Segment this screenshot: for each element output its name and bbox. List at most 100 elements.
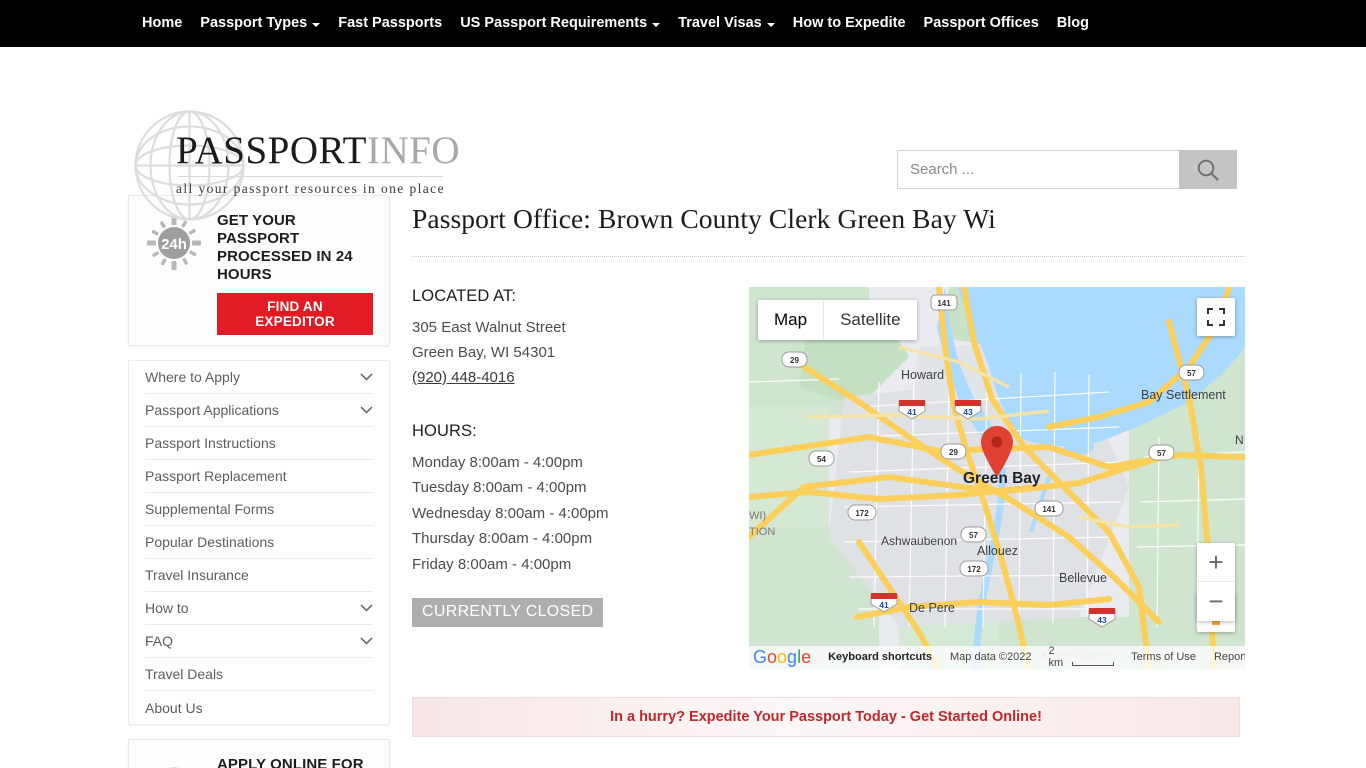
map-fullscreen-button[interactable] bbox=[1197, 297, 1235, 336]
chevron-down-icon bbox=[360, 406, 373, 414]
nav-item-travel-visas[interactable]: Travel Visas bbox=[669, 16, 784, 31]
nav-item-label: Fast Passports bbox=[338, 15, 443, 32]
sidebar-item-how-to[interactable]: How to bbox=[145, 592, 373, 625]
map-canvas: 141 29 41 43 29 54 57 57 172 141 57 172 … bbox=[749, 286, 1245, 669]
hours-row: Wednesday 8:00am - 4:00pm bbox=[412, 504, 609, 522]
sidebar-item-faq[interactable]: FAQ bbox=[145, 625, 373, 658]
sidebar-item-label: Passport Replacement bbox=[145, 468, 287, 484]
map-label-de-pere: De Pere bbox=[909, 601, 955, 615]
map-report-error-link[interactable]: Report a map error bbox=[1205, 651, 1245, 663]
hours-heading: HOURS: bbox=[412, 421, 477, 440]
svg-text:41: 41 bbox=[907, 407, 917, 417]
nav-item-home[interactable]: Home bbox=[133, 16, 191, 31]
office-info-column: LOCATED AT: 305 East Walnut Street Green… bbox=[412, 287, 742, 669]
google-logo-letter: G bbox=[753, 647, 768, 668]
logo-word-passport: PASSPORT bbox=[176, 129, 368, 172]
svg-text:141: 141 bbox=[1042, 505, 1056, 514]
map-footer: Google Keyboard shortcuts Map data ©2022… bbox=[749, 645, 1245, 669]
search-icon bbox=[1197, 159, 1219, 181]
nav-item-label: Travel Visas bbox=[678, 15, 762, 32]
google-logo: Google bbox=[753, 648, 811, 666]
sidebar-item-label: How to bbox=[145, 600, 189, 616]
search-submit-button[interactable] bbox=[1179, 150, 1237, 189]
apply-online-widget-title: APPLY ONLINE FOR A NEW PASSPORT bbox=[217, 756, 364, 768]
address-line-1: 305 East Walnut Street bbox=[412, 318, 566, 336]
sidebar-item-label: Passport Applications bbox=[145, 402, 279, 418]
sidebar-item-about-us[interactable]: About Us bbox=[145, 691, 373, 724]
phone-link[interactable]: (920) 448-4016 bbox=[412, 365, 515, 390]
svg-text:29: 29 bbox=[949, 448, 958, 457]
hours-row: Friday 8:00am - 4:00pm bbox=[412, 555, 572, 573]
map-data-attribution: Map data ©2022 bbox=[950, 651, 1032, 664]
sidebar-item-where-to-apply[interactable]: Where to Apply bbox=[145, 361, 373, 394]
google-logo-letter: g bbox=[787, 647, 798, 668]
sidebar-item-label: Travel Insurance bbox=[145, 567, 249, 583]
nav-item-passport-offices[interactable]: Passport Offices bbox=[915, 16, 1048, 31]
sidebar-item-label: Passport Instructions bbox=[145, 435, 276, 451]
chevron-down-icon bbox=[766, 22, 775, 27]
map-label-green-bay: Green Bay bbox=[963, 470, 1041, 487]
hours-row: Monday 8:00am - 4:00pm bbox=[412, 453, 583, 471]
nav-item-us-passport-requirements[interactable]: US Passport Requirements bbox=[451, 16, 669, 31]
address-line-2: Green Bay, WI 54301 bbox=[412, 343, 556, 361]
map-label-n: N bbox=[1235, 433, 1244, 447]
map-type-map-button[interactable]: Map bbox=[758, 299, 824, 340]
main-navigation-bar: Home Passport Types Fast Passports US Passp… bbox=[0, 0, 1366, 47]
hours-list: Monday 8:00am - 4:00pm Tuesday 8:00am - 4… bbox=[412, 450, 742, 578]
nav-item-how-to-expedite[interactable]: How to Expedite bbox=[784, 16, 915, 31]
nav-item-label: Passport Offices bbox=[923, 15, 1039, 32]
sidebar-item-passport-replacement[interactable]: Passport Replacement bbox=[145, 460, 373, 493]
nav-item-blog[interactable]: Blog bbox=[1048, 16, 1098, 31]
chevron-down-icon bbox=[312, 22, 321, 27]
map-keyboard-shortcuts[interactable]: Keyboard shortcuts bbox=[819, 651, 941, 663]
map-widget[interactable]: 141 29 41 43 29 54 57 57 172 141 57 172 … bbox=[749, 286, 1245, 669]
sidebar-item-travel-insurance[interactable]: Travel Insurance bbox=[145, 559, 373, 592]
sidebar-item-popular-destinations[interactable]: Popular Destinations bbox=[145, 526, 373, 559]
map-label-allouez: Allouez bbox=[977, 544, 1018, 558]
map-type-satellite-button[interactable]: Satellite bbox=[823, 299, 917, 340]
sidebar-item-travel-deals[interactable]: Travel Deals bbox=[145, 658, 373, 691]
sidebar-item-passport-instructions[interactable]: Passport Instructions bbox=[145, 427, 373, 460]
sidebar-item-passport-applications[interactable]: Passport Applications bbox=[145, 394, 373, 427]
clock-icon-label: 24h bbox=[161, 236, 187, 253]
expedite-banner[interactable]: In a hurry? Expedite Your Passport Today… bbox=[412, 696, 1240, 737]
sidebar-item-supplemental-forms[interactable]: Supplemental Forms bbox=[145, 493, 373, 526]
nav-item-passport-types[interactable]: Passport Types bbox=[191, 16, 329, 31]
apply-online-widget: APPLY ONLINE FOR A NEW PASSPORT bbox=[128, 739, 390, 768]
map-label-ashwaubenon: Ashwaubenon bbox=[881, 534, 957, 548]
map-type-control: Map Satellite bbox=[758, 299, 917, 340]
map-label-bellevue: Bellevue bbox=[1059, 571, 1107, 585]
chevron-down-icon bbox=[360, 373, 373, 381]
map-scale-bar: 2 km bbox=[1041, 645, 1123, 669]
clock-24h-icon: 24h bbox=[147, 216, 201, 270]
svg-text:41: 41 bbox=[879, 600, 889, 610]
map-label-howard: Howard bbox=[901, 368, 944, 382]
page-body: 24h GET YOUR PASSPORT PROCESSED IN 24 HO… bbox=[0, 195, 1366, 768]
status-badge: CURRENTLY CLOSED bbox=[412, 598, 604, 628]
svg-text:29: 29 bbox=[790, 356, 799, 365]
map-label-reservation: TION bbox=[749, 526, 775, 538]
svg-text:141: 141 bbox=[937, 299, 951, 308]
passport-globe-icon bbox=[169, 767, 179, 768]
chevron-down-icon bbox=[652, 22, 661, 27]
sidebar: 24h GET YOUR PASSPORT PROCESSED IN 24 HO… bbox=[128, 195, 390, 768]
logo-tagline: all your passport resources in one place bbox=[176, 181, 445, 196]
svg-text:54: 54 bbox=[817, 455, 826, 464]
sidebar-item-label: About Us bbox=[145, 699, 203, 716]
site-logo[interactable]: PASSPORTINFO all your passport resources… bbox=[133, 109, 460, 222]
map-terms-of-use-link[interactable]: Terms of Use bbox=[1122, 651, 1205, 663]
map-zoom-in-button[interactable]: + bbox=[1197, 543, 1235, 582]
map-zoom-out-button[interactable]: − bbox=[1197, 582, 1235, 621]
map-label-wi-reservation: WI) bbox=[749, 510, 766, 522]
nav-item-fast-passports[interactable]: Fast Passports bbox=[329, 16, 451, 31]
nav-item-label: Home bbox=[142, 15, 183, 32]
google-logo-letter: e bbox=[801, 647, 812, 668]
chevron-down-icon bbox=[360, 637, 373, 645]
sidebar-item-label: Where to Apply bbox=[145, 369, 240, 385]
find-an-expeditor-button[interactable]: FIND AN EXPEDITOR bbox=[217, 293, 373, 335]
sidebar-item-label: Travel Deals bbox=[145, 666, 224, 682]
google-logo-letter: o bbox=[777, 647, 788, 668]
map-scale-line bbox=[1072, 662, 1115, 667]
search-input[interactable] bbox=[897, 150, 1179, 189]
page-title: Passport Office: Brown County Clerk Gree… bbox=[412, 203, 1245, 257]
